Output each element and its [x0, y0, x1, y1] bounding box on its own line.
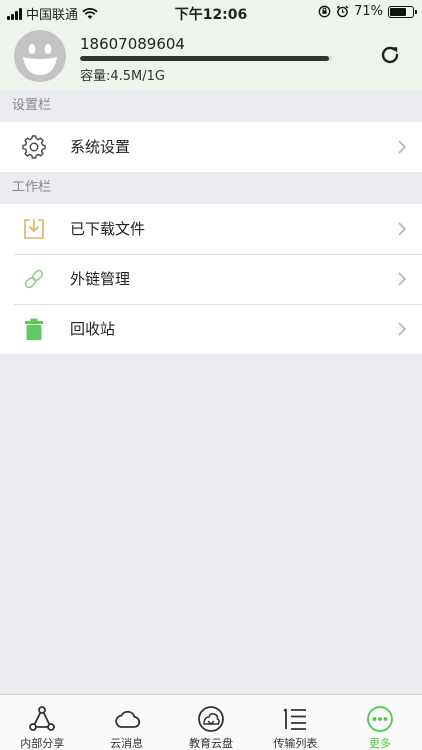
battery-icon: [388, 5, 417, 18]
chevron-right-icon: [398, 222, 406, 236]
chevron-right-icon: [398, 140, 406, 154]
list-item-label: 已下载文件: [70, 220, 146, 238]
list-item-recycle-bin[interactable]: 回收站: [0, 304, 422, 354]
status-right: 71%: [318, 4, 417, 19]
smiley-avatar-icon: [14, 30, 66, 82]
tab-cloud-message[interactable]: 云消息: [84, 695, 168, 750]
profile-header: 18607089604 容量:4.5M/1G: [0, 24, 422, 90]
work-list: 已下载文件 外链管理 回收站: [0, 204, 422, 354]
tab-label: 云消息: [110, 737, 144, 750]
tab-label: 内部分享: [20, 737, 65, 750]
orientation-lock-icon: [318, 5, 331, 18]
list-item-downloaded-files[interactable]: 已下载文件: [0, 204, 422, 254]
list-item-label: 系统设置: [70, 138, 131, 156]
list-item-label: 回收站: [70, 320, 116, 338]
tab-internal-share[interactable]: 内部分享: [0, 695, 84, 750]
alarm-icon: [336, 5, 349, 18]
link-icon: [24, 269, 44, 289]
trash-icon: [25, 318, 43, 340]
user-phone: 18607089604: [80, 35, 185, 53]
more-icon: [366, 706, 393, 732]
status-bar: 中国联通 下午12:06 71%: [0, 0, 422, 24]
tab-label: 更多: [368, 737, 391, 750]
storage-progress-fill: [80, 56, 330, 61]
cloud-icon: [114, 710, 140, 728]
battery-percent: 71%: [354, 4, 383, 19]
settings-list: 系统设置: [0, 122, 422, 172]
edu-cloud-disk-icon: [198, 706, 224, 732]
avatar[interactable]: [14, 30, 66, 82]
download-file-icon: [24, 219, 44, 239]
list-item-system-settings[interactable]: 系统设置: [0, 122, 422, 172]
tab-label: 教育云盘: [189, 737, 234, 750]
chevron-right-icon: [398, 272, 406, 286]
section-title-work: 工作栏: [0, 172, 422, 204]
section-title-settings: 设置栏: [0, 90, 422, 122]
chevron-right-icon: [398, 322, 406, 336]
tab-label: 传输列表: [273, 737, 318, 750]
tab-transfer-list[interactable]: 传输列表: [253, 695, 337, 750]
storage-capacity: 容量:4.5M/1G: [80, 69, 165, 84]
share-icon: [29, 706, 56, 731]
list-item-link-management[interactable]: 外链管理: [0, 254, 422, 304]
gear-icon: [22, 135, 46, 159]
tab-more[interactable]: 更多: [338, 695, 422, 750]
tab-bar: 内部分享 云消息 教育云盘 传输列表 更多: [0, 694, 422, 750]
storage-progress-bar: [80, 56, 332, 61]
list-item-label: 外链管理: [70, 270, 131, 288]
refresh-icon[interactable]: [378, 43, 402, 67]
tab-edu-cloud-disk[interactable]: 教育云盘: [169, 695, 253, 750]
transfer-list-icon: [283, 708, 307, 730]
